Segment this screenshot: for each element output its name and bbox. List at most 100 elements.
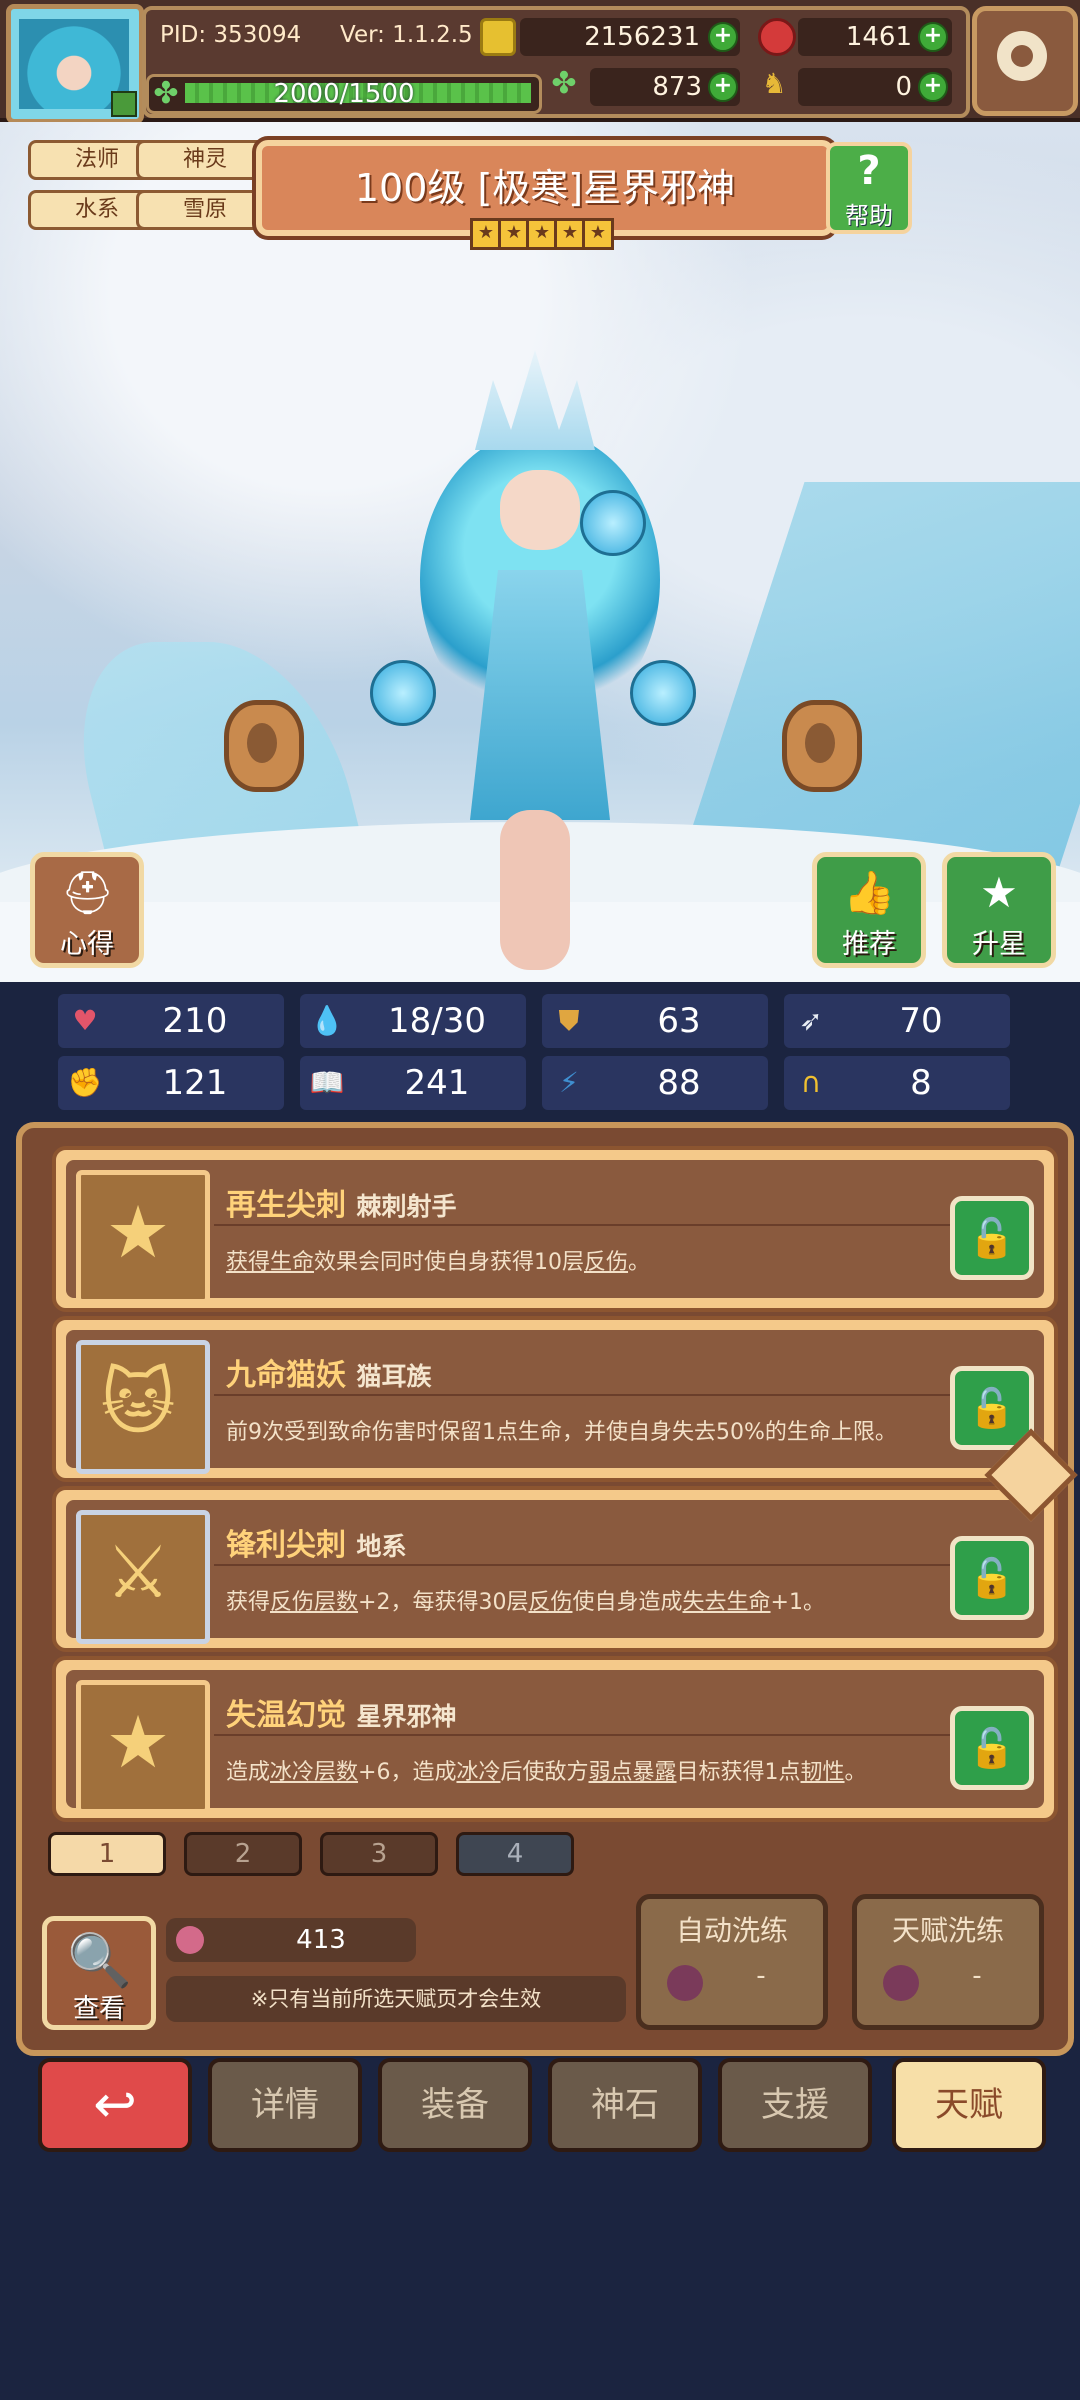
tag-race: 神灵 [136,140,274,180]
return-arrow-icon: ↩ [93,2075,137,2135]
nav-support[interactable]: 支援 [718,2058,872,2152]
talent-description: 获得反伤层数+2，每获得30层反伤使自身造成失去生命+1。 [226,1584,825,1616]
talent-source: 地系 [356,1532,407,1561]
game-version: Ver: 1.1.2.5 [340,22,473,48]
back-button[interactable]: ↩ [38,2058,192,2152]
shield-icon: ⛊ [558,1004,580,1037]
recommend-button[interactable]: 👍 推荐 [812,852,926,968]
hero-legs [500,810,570,970]
fruit-icon [883,1965,919,2001]
book-icon: 📖 [309,1066,345,1099]
add-ruby-button[interactable]: + [918,22,948,52]
upgrade-star-button[interactable]: ★ 升星 [942,852,1056,968]
nav-god-stone[interactable]: 神石 [548,2058,702,2152]
keyword-link[interactable]: 韧性 [801,1760,845,1785]
description-text: 前9次受到致命伤害时保留1点生命，并使自身失去50%的生命上限。 [226,1420,897,1445]
description-text: 。 [628,1250,651,1275]
star-icon: ★ [105,1700,171,1784]
keyword-link[interactable]: 冰冷 [456,1760,500,1785]
keyword-link[interactable]: 反伤 [584,1250,628,1275]
page-tab-2[interactable]: 2 [184,1832,302,1876]
talent-card[interactable]: ⚔ 锋利尖刺 地系 获得反伤层数+2，每获得30层反伤使自身造成失去生命+1。 🔓 [52,1486,1058,1652]
keyword-link[interactable]: 反伤层数 [270,1590,358,1615]
clover-amount: 873 [652,72,702,102]
page-tab-1[interactable]: 1 [48,1832,166,1876]
ruby-gem-icon [758,18,796,56]
insight-label: 心得 [60,929,114,960]
player-avatar[interactable] [6,4,144,124]
horseshoe-icon: ∩ [800,1066,822,1099]
lock-button[interactable]: 🔓 [950,1706,1034,1790]
talent-description: 前9次受到致命伤害时保留1点生命，并使自身失去50%的生命上限。 [226,1414,897,1446]
stat-item: ⚡ 88 [542,1056,768,1110]
talent-card[interactable]: ★ 再生尖刺 棘刺射手 获得生命效果会同时使自身获得10层反伤。 🔓 [52,1146,1058,1312]
help-button[interactable]: ? 帮助 [826,142,912,234]
add-clover-button[interactable]: + [708,72,738,102]
talent-card[interactable]: ★ 失温幻觉 星界邪神 造成冰冷层数+6，造成冰冷后使敌方弱点暴露目标获得1点韧性。… [52,1656,1058,1822]
add-gold-button[interactable]: + [708,22,738,52]
next-hero-button[interactable] [782,700,862,792]
hero-character-sprite [370,350,696,990]
talent-card-body: ★ 失温幻觉 星界邪神 造成冰冷层数+6，造成冰冷后使敌方弱点暴露目标获得1点韧性。… [66,1670,1044,1814]
cat-icon: 🐱 [100,1360,176,1444]
insight-button[interactable]: ⛑ 心得 [30,852,144,968]
view-button[interactable]: 🔍 查看 [42,1916,156,2030]
add-horn-button[interactable]: + [918,72,948,102]
tag-terrain: 雪原 [136,190,274,230]
stat-item: ♥ 210 [58,994,284,1048]
description-text: 造成 [226,1760,271,1785]
talent-note: ※只有当前所选天赋页才会生效 [166,1976,626,2022]
ice-orb [370,660,436,726]
auto-wash-label: 自动洗练 [675,1914,788,1947]
recommend-label: 推荐 [842,929,896,960]
stat-value: 121 [162,1063,228,1103]
stat-value: 8 [910,1063,932,1103]
stat-value: 63 [657,1001,701,1041]
auto-wash-button[interactable]: 自动洗练 - [636,1894,828,2030]
talent-name: 失温幻觉 [226,1698,346,1733]
gear-icon-center [1011,45,1033,67]
keyword-link[interactable]: 获得生命 [226,1250,314,1275]
keyword-link[interactable]: 冰冷层数 [270,1760,358,1785]
nav-equipment[interactable]: 装备 [378,2058,532,2152]
keyword-link[interactable]: 失去生命 [683,1590,771,1615]
horn-currency-icon: ♞ [761,67,787,100]
helmet-icon: ⛑ [61,868,115,917]
horn-amount: 0 [895,72,912,102]
stat-item: ➶ 70 [784,994,1010,1048]
stamina-text: 2000/1500 [273,79,415,109]
page-tab-3[interactable]: 3 [320,1832,438,1876]
lock-button[interactable]: 🔓 [950,1196,1034,1280]
divider [214,1734,1014,1736]
talent-source: 棘刺射手 [356,1192,457,1221]
stat-value: 70 [899,1001,943,1041]
auto-wash-cost: - [756,1961,766,1991]
divider [214,1394,1014,1396]
fruit-currency: 413 [166,1918,416,1962]
chevron-left-icon [247,723,277,763]
fruit-count: 413 [296,1925,346,1955]
lock-button[interactable]: 🔓 [950,1536,1034,1620]
talent-name: 九命猫妖 [226,1358,346,1393]
crossed-swords-icon: ⚔ [105,1530,171,1614]
gold-coin-icon [480,18,516,56]
nav-details[interactable]: 详情 [208,2058,362,2152]
talent-card[interactable]: 🐱 九命猫妖 猫耳族 前9次受到致命伤害时保留1点生命，并使自身失去50%的生命上限… [52,1316,1058,1482]
question-icon: ? [857,148,881,194]
nav-talent[interactable]: 天赋 [892,2058,1046,2152]
settings-button[interactable] [972,6,1078,116]
fist-icon: ✊ [67,1066,103,1099]
talent-panel: ★ 再生尖刺 棘刺射手 获得生命效果会同时使自身获得10层反伤。 🔓 🐱 九命猫妖 猫耳族… [16,1122,1074,2056]
prev-hero-button[interactable] [224,700,304,792]
talent-wash-cost: - [972,1961,982,1991]
stat-item: ∩ 8 [784,1056,1010,1110]
keyword-link[interactable]: 反伤 [528,1590,572,1615]
player-id: PID: 353094 [160,22,302,48]
description-text: +1。 [770,1590,825,1615]
talent-source: 星界邪神 [356,1702,457,1731]
talent-name-line: 失温幻觉 星界邪神 [226,1690,456,1734]
stat-item: 💧 18/30 [300,994,526,1048]
page-tab-4[interactable]: 4 [456,1832,574,1876]
keyword-link[interactable]: 弱点暴露 [589,1760,677,1785]
talent-wash-button[interactable]: 天赋洗练 - [852,1894,1044,2030]
